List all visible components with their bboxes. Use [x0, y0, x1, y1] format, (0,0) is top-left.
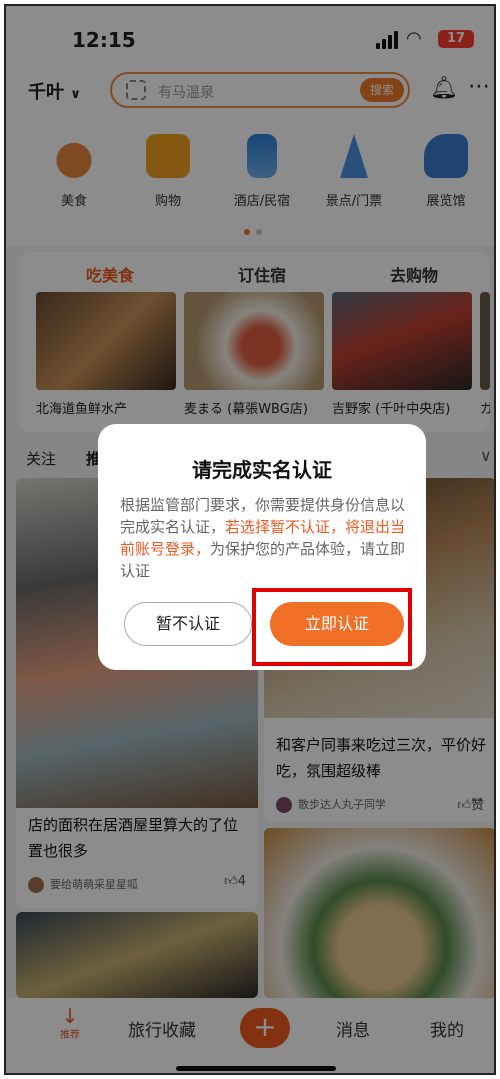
dialog-title: 请完成实名认证 — [192, 458, 332, 482]
phone-frame: 12:15 ◠ 17 千叶 ∨ 有马温泉 搜索 🔔︎ ⋯ 美食 购物 酒店/民宿… — [4, 4, 496, 1075]
skip-verification-button[interactable]: 暂不认证 — [124, 602, 252, 646]
dialog-body: 根据监管部门要求，你需要提供身份信息以完成实名认证，若选择暂不认证，将退出当前账… — [120, 494, 410, 582]
highlight-box — [252, 588, 412, 666]
